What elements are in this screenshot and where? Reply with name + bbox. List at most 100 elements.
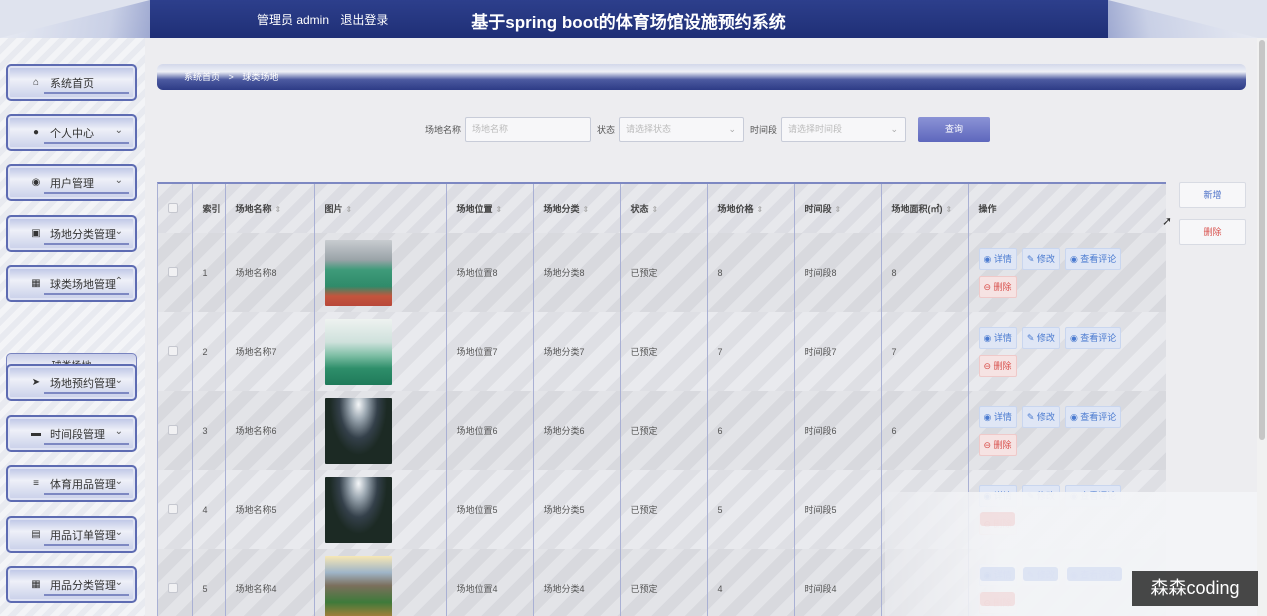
sidebar-item-label: 场地分类管理	[50, 228, 116, 241]
category-cell: 场地分类7	[533, 312, 621, 391]
row-checkbox[interactable]	[168, 424, 178, 435]
delete-label: 删除	[993, 281, 1012, 292]
edit-icon: ✎	[1026, 411, 1037, 422]
page-scrollbar[interactable]	[1257, 38, 1267, 616]
detail-button[interactable]: ◉ 详情	[978, 405, 1017, 428]
eye-icon: ◉	[983, 253, 994, 264]
delete-row-button[interactable]: ⊖ 删除	[978, 354, 1017, 377]
venue-name-input[interactable]: 场地名称	[465, 117, 592, 142]
delete-icon: ⊖	[983, 439, 994, 450]
venue-thumbnail[interactable]	[324, 397, 392, 464]
column-header[interactable]: 状态 ⇕	[620, 184, 708, 233]
breadcrumb: 系统首页 > 球类场地	[184, 70, 284, 83]
sidebar-item-label: 系统首页	[50, 77, 94, 90]
venue-name-cell: 场地名称6	[225, 391, 315, 470]
sidebar-item-timeslot[interactable]: ▬ 时间段管理 ⌄	[6, 415, 137, 452]
timeslot-cell: 时间段7	[794, 312, 882, 391]
venue-thumbnail[interactable]	[324, 476, 392, 543]
delete-label: 删除	[993, 360, 1012, 371]
sidebar-item-label: 时间段管理	[50, 428, 105, 441]
area-cell: 8	[881, 233, 969, 312]
delete-row-button[interactable]: ⊖ 删除	[978, 275, 1017, 298]
sort-icon[interactable]: ⇕	[346, 205, 353, 214]
scrollbar-thumb[interactable]	[1259, 40, 1265, 440]
edit-button[interactable]: ✎ 修改	[1021, 247, 1060, 270]
table-header-row: 索引 场地名称 ⇕ 图片 ⇕ 场地位置 ⇕ 场地分类 ⇕ 状态 ⇕ 场地价格 ⇕ 时间段 ⇕ …	[158, 184, 1166, 233]
venue-thumbnail[interactable]	[324, 318, 392, 385]
column-header[interactable]: 场地位置 ⇕	[446, 184, 534, 233]
row-actions: ◉ 详情✎ 修改◉ 查看评论 ⊖ 删除	[978, 326, 1139, 377]
breadcrumb-home[interactable]: 系统首页	[184, 72, 220, 82]
category-cell: 场地分类8	[533, 233, 621, 312]
price-cell: 8	[707, 233, 795, 312]
view-comments-button[interactable]: ◉ 查看评论	[1064, 405, 1122, 428]
column-header[interactable]: 索引	[192, 184, 226, 233]
view-comments-button[interactable]: ◉ 查看评论	[1064, 247, 1122, 270]
delete-row-button[interactable]: ⊖ 删除	[978, 433, 1017, 456]
column-header[interactable]: 场地面积(㎡) ⇕	[881, 184, 969, 233]
chevron-down-icon: ⌄	[114, 577, 123, 588]
sort-icon[interactable]: ⇕	[583, 205, 590, 214]
sidebar-item-booking[interactable]: ➤ 场地预约管理 ⌄	[6, 364, 137, 401]
status-placeholder: 请选择状态	[626, 124, 672, 134]
chevron-down-icon: ⌄	[114, 426, 123, 437]
sidebar-item-sports-goods[interactable]: ≡ 体育用品管理 ⌄	[6, 465, 137, 502]
sort-icon[interactable]: ⇕	[496, 205, 503, 214]
column-header[interactable]: 图片 ⇕	[314, 184, 447, 233]
column-header[interactable]: 场地分类 ⇕	[533, 184, 621, 233]
index-cell: 2	[192, 312, 226, 391]
sidebar-item-label: 个人中心	[50, 127, 94, 140]
sidebar-item-users[interactable]: ◉ 用户管理 ⌄	[6, 164, 137, 201]
row-checkbox[interactable]	[168, 345, 178, 356]
mouse-cursor-icon: ➚	[1162, 214, 1173, 228]
price-cell: 5	[707, 470, 795, 549]
row-checkbox[interactable]	[168, 503, 178, 514]
status-select[interactable]: 请选择状态 ⌄	[619, 117, 745, 142]
column-header[interactable]: 时间段 ⇕	[794, 184, 882, 233]
sidebar-item-home[interactable]: ⌂ 系统首页	[6, 64, 137, 101]
edit-button[interactable]: ✎ 修改	[1021, 405, 1060, 428]
price-cell: 6	[707, 391, 795, 470]
sort-icon[interactable]: ⇕	[835, 205, 842, 214]
view-comments-button[interactable]: ◉ 查看评论	[1064, 326, 1122, 349]
edit-label: 修改	[1036, 411, 1055, 422]
sidebar-item-goods-category[interactable]: ▦ 用品分类管理 ⌄	[6, 566, 137, 603]
venue-thumbnail[interactable]	[324, 239, 392, 306]
detail-button[interactable]: ◉ 详情	[978, 247, 1017, 270]
sidebar-item-label: 体育用品管理	[50, 478, 116, 491]
query-button[interactable]: 查询	[918, 117, 991, 142]
column-header[interactable]: 场地名称 ⇕	[225, 184, 315, 233]
row-actions: ◉ 详情✎ 修改◉ 查看评论⊖ 删除	[978, 405, 1139, 456]
detail-button[interactable]: ◉ 详情	[978, 326, 1017, 349]
row-checkbox[interactable]	[168, 582, 178, 593]
location-cell: 场地位置6	[446, 391, 534, 470]
venue-thumbnail[interactable]	[324, 555, 392, 616]
timeslot-placeholder: 请选择时间段	[788, 124, 843, 134]
row-checkbox[interactable]	[168, 266, 178, 277]
edit-button[interactable]: ✎ 修改	[1021, 326, 1060, 349]
category-cell: 场地分类5	[533, 470, 621, 549]
category-cell: 场地分类4	[533, 549, 621, 616]
add-button[interactable]: 新增	[1179, 182, 1246, 208]
sidebar-item-ball-venue[interactable]: ▦ 球类场地管理 ⌃	[6, 265, 137, 302]
column-header[interactable]: 场地价格 ⇕	[707, 184, 795, 233]
chevron-down-icon: ⌄	[114, 527, 123, 538]
sort-icon[interactable]: ⇕	[275, 205, 282, 214]
chevron-down-icon: ⌄	[114, 375, 123, 386]
status-label: 状态	[597, 125, 616, 135]
sidebar-item-venue-category[interactable]: ▣ 场地分类管理 ⌄	[6, 215, 137, 252]
sidebar-item-profile[interactable]: ● 个人中心 ⌄	[6, 114, 137, 151]
list-icon: ≡	[33, 478, 39, 489]
sort-icon[interactable]: ⇕	[757, 205, 764, 214]
blurred-element	[980, 592, 1015, 606]
sort-icon[interactable]: ⇕	[652, 205, 659, 214]
timeslot-select[interactable]: 请选择时间段 ⌄	[781, 117, 907, 142]
sidebar-item-goods-orders[interactable]: ▤ 用品订单管理 ⌄	[6, 516, 137, 553]
grid-icon: ▦	[31, 278, 41, 289]
select-all-checkbox[interactable]	[168, 202, 178, 213]
sort-icon[interactable]: ⇕	[946, 205, 953, 214]
batch-delete-button[interactable]: 删除	[1179, 219, 1246, 245]
status-cell: 已预定	[620, 549, 708, 616]
table-row: 1 场地名称8 场地位置8 场地分类8 已预定 8 时间段8 8 ◉ 详情 ✎ 修改 ◉ 查看评论 ⊖…	[158, 233, 1166, 312]
sidebar-item-label: 用品订单管理	[50, 529, 116, 542]
